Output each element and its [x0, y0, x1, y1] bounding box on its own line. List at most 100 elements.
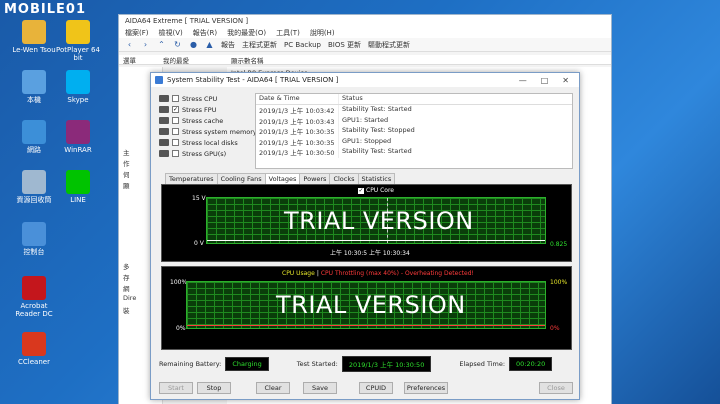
log-status: Stability Test: Stopped: [342, 126, 415, 134]
cpu-core-checkbox[interactable]: ✓: [358, 187, 364, 194]
skype-icon: [66, 70, 90, 94]
hardware-icon: [159, 95, 169, 102]
cpu-usage-graph: CPU Usage | CPU Throttling (max 40%) - O…: [161, 266, 572, 350]
desktop-icon-label: 控制台: [23, 248, 45, 256]
col-date-time[interactable]: Date & Time: [256, 94, 339, 104]
desktop-icon[interactable]: CCleaner: [8, 332, 60, 366]
hardware-icon: [159, 117, 169, 124]
menu-file[interactable]: 檔案(F): [125, 28, 149, 37]
stress-option[interactable]: ✓ Stress FPU: [159, 104, 257, 115]
battery-value: Charging: [225, 357, 269, 371]
user-icon[interactable]: ●: [189, 40, 198, 49]
desktop-icon[interactable]: LINE: [52, 170, 104, 204]
status-row: Remaining Battery: Charging Test Started…: [159, 356, 573, 372]
stress-option-label: Stress GPU(s): [182, 149, 227, 158]
stress-option[interactable]: Stress system memory: [159, 126, 257, 137]
toolbar-report-button[interactable]: 報告: [221, 40, 235, 50]
stress-option[interactable]: Stress CPU: [159, 93, 257, 104]
main-menubar: 檔案(F) 檢視(V) 報告(R) 我的最愛(O) 工具(T) 說明(H): [119, 27, 611, 38]
tab-voltages[interactable]: Voltages: [264, 173, 301, 184]
minimize-icon[interactable]: —: [519, 76, 527, 85]
stress-option[interactable]: Stress cache: [159, 115, 257, 126]
tab-clocks[interactable]: Clocks: [329, 173, 359, 184]
log-row[interactable]: 2019/1/3 上午 10:30:35 GPU1: Stopped: [256, 136, 572, 147]
preferences-button[interactable]: Preferences: [404, 382, 448, 394]
battery-label: Remaining Battery:: [159, 360, 222, 368]
desktop-icon[interactable]: WinRAR: [52, 120, 104, 154]
tab-temperatures[interactable]: Temperatures: [165, 173, 218, 184]
start-button[interactable]: Start: [159, 382, 193, 394]
stress-option[interactable]: Stress local disks: [159, 137, 257, 148]
menu-favorites[interactable]: 我的最愛(O): [227, 28, 266, 37]
desktop-icon-label: Acrobat Reader DC: [15, 302, 53, 318]
stress-option[interactable]: Stress GPU(s): [159, 148, 257, 159]
tab-cooling-fans[interactable]: Cooling Fans: [216, 173, 266, 184]
toolbar-backup-button[interactable]: PC Backup: [284, 41, 321, 49]
close-icon[interactable]: ✕: [562, 76, 569, 85]
stress-checkbox[interactable]: [172, 117, 179, 124]
menu-view[interactable]: 檢視(V): [159, 28, 183, 37]
close-button[interactable]: Close: [539, 382, 573, 394]
y-right-bottom-label: 0%: [550, 325, 560, 332]
desktop-icon[interactable]: PotPlayer 64 bit: [52, 20, 104, 62]
chart-icon[interactable]: ▲: [205, 40, 214, 49]
maximize-icon[interactable]: □: [541, 76, 549, 85]
tab-powers[interactable]: Powers: [299, 173, 331, 184]
desktop-icon-label: PotPlayer 64 bit: [56, 46, 100, 62]
toolbar-driver-button[interactable]: 驅動程式更新: [368, 40, 410, 50]
stop-button[interactable]: Stop: [197, 382, 231, 394]
voltage-graph: ✓ CPU Core 15 V 0 V TRIAL VERSION 0.825 …: [161, 184, 572, 262]
sensor-tabs: Temperatures Cooling Fans Voltages Powers Cl…: [165, 173, 396, 184]
computer-icon: [22, 70, 46, 94]
hardware-icon: [159, 139, 169, 146]
cpu-core-legend: ✓ CPU Core: [358, 187, 394, 194]
cpu-usage-legend: CPU Usage | CPU Throttling (max 40%) - O…: [282, 270, 474, 277]
clear-button[interactable]: Clear: [256, 382, 290, 394]
stress-checkbox[interactable]: [172, 128, 179, 135]
stress-option-label: Stress cache: [182, 116, 224, 125]
desktop-icon[interactable]: Skype: [52, 70, 104, 104]
toolbar-update-button[interactable]: 主程式更新: [242, 40, 277, 50]
stress-checkbox[interactable]: [172, 150, 179, 157]
potplayer-icon: [66, 20, 90, 44]
save-button[interactable]: Save: [303, 382, 337, 394]
menu-report[interactable]: 報告(R): [193, 28, 217, 37]
toolbar-bios-button[interactable]: BIOS 更新: [328, 40, 361, 50]
test-started-value: 2019/1/3 上午 10:30:50: [341, 356, 432, 372]
col-menu: 選單: [123, 57, 136, 65]
up-icon[interactable]: ⌃: [157, 40, 166, 49]
log-status: GPU1: Started: [342, 115, 389, 124]
desktop-icon[interactable]: 控制台: [8, 222, 60, 256]
stress-checkbox[interactable]: [172, 95, 179, 102]
refresh-icon[interactable]: ↻: [173, 40, 182, 49]
forward-icon[interactable]: ›: [141, 40, 150, 49]
cpuid-button[interactable]: CPUID: [359, 382, 393, 394]
desktop-icon-label: Skype: [67, 96, 89, 104]
stress-checkbox[interactable]: ✓: [172, 106, 179, 113]
desktop-icon-label: CCleaner: [18, 358, 50, 366]
col-device-name: 顯示數名稱: [231, 57, 264, 65]
desktop-icon-label: WinRAR: [64, 146, 92, 154]
menu-help[interactable]: 說明(H): [310, 28, 335, 37]
log-rows: 2019/1/3 上午 10:03:42 Stability Test: Star…: [256, 105, 572, 158]
tab-statistics[interactable]: Statistics: [357, 173, 396, 184]
desktop-icon[interactable]: Acrobat Reader DC: [8, 276, 60, 318]
log-row[interactable]: 2019/1/3 上午 10:03:43 GPU1: Started: [256, 115, 572, 126]
menu-tools[interactable]: 工具(T): [276, 28, 300, 37]
dialog-title: System Stability Test - AIDA64 [ TRIAL V…: [167, 76, 339, 84]
cpu-usage-legend-label: CPU Usage: [282, 270, 315, 277]
back-icon[interactable]: ‹: [125, 40, 134, 49]
event-log: Date & Time Status 2019/1/3 上午 10:03:42 S…: [255, 93, 573, 169]
col-status[interactable]: Status: [339, 94, 572, 104]
desktop-icon-label: LINE: [70, 196, 86, 204]
voltage-trace: [207, 240, 545, 241]
stability-test-dialog: System Stability Test - AIDA64 [ TRIAL V…: [150, 72, 580, 400]
stress-option-label: Stress FPU: [182, 105, 217, 114]
network-icon: [22, 120, 46, 144]
log-row[interactable]: 2019/1/3 上午 10:30:50 Stability Test: Star…: [256, 147, 572, 158]
log-row[interactable]: 2019/1/3 上午 10:30:35 Stability Test: Stop…: [256, 126, 572, 137]
current-value-label: 0.825: [550, 241, 568, 248]
ccleaner-icon: [22, 332, 46, 356]
stress-checkbox[interactable]: [172, 139, 179, 146]
log-row[interactable]: 2019/1/3 上午 10:03:42 Stability Test: Star…: [256, 105, 572, 116]
